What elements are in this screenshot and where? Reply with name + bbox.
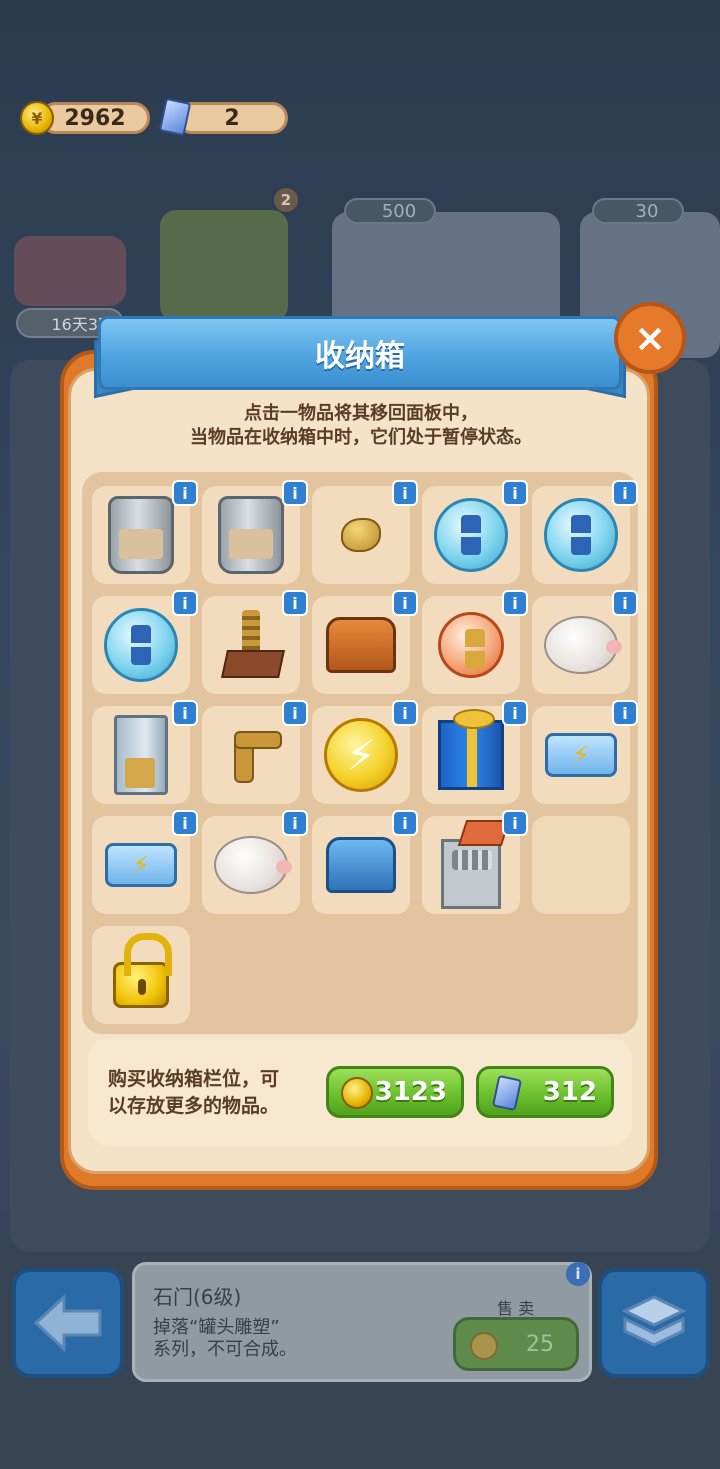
coin-count: 2962: [64, 105, 126, 131]
gift-box-icon: [438, 709, 504, 790]
sell-price: 25: [526, 1331, 554, 1357]
info-icon[interactable]: i: [282, 590, 308, 616]
red-hourglass-icon: [438, 612, 504, 678]
storage-slot-locked[interactable]: [92, 926, 190, 1024]
drill-press-icon: [220, 610, 282, 680]
storage-slot-screw-box[interactable]: i: [422, 810, 528, 914]
coin-price: 3123: [374, 1077, 447, 1107]
close-button[interactable]: ×: [614, 302, 686, 374]
back-button[interactable]: [12, 1268, 124, 1378]
gem-price: 312: [542, 1077, 597, 1107]
storage-slot-energy[interactable]: ⚡ i: [312, 700, 418, 804]
storage-slot-red-hourglass[interactable]: i: [422, 590, 528, 694]
arrow-left-icon: [33, 1293, 102, 1353]
item-description: 掉落“罐头雕塑” 系列，不可合成。: [153, 1317, 297, 1360]
blue-card-icon: [491, 1074, 523, 1112]
box-icon: [621, 1295, 687, 1347]
storage-box-button[interactable]: [598, 1268, 710, 1378]
storage-slot-gold-nugget[interactable]: i: [312, 480, 418, 584]
storage-slot-piggy-bank[interactable]: i: [532, 590, 638, 694]
info-icon[interactable]: i: [502, 480, 528, 506]
buy-slot-panel: 购买收纳箱栏位，可 以存放更多的物品。 3123 312: [88, 1038, 632, 1146]
background-badge: 2: [274, 188, 298, 212]
info-icon[interactable]: i: [392, 700, 418, 726]
buy-with-gems-button[interactable]: 312: [476, 1066, 614, 1118]
wooden-chest-icon: [326, 617, 396, 673]
blue-hourglass-icon: [434, 498, 508, 572]
info-icon[interactable]: i: [282, 700, 308, 726]
close-icon: ×: [634, 316, 666, 360]
item-info-card: 石门(6级) 掉落“罐头雕塑” 系列，不可合成。 售 卖 25: [132, 1262, 592, 1382]
storage-slot-hourglass[interactable]: i: [92, 590, 198, 694]
storage-slot-wooden-chest[interactable]: i: [312, 590, 418, 694]
piggy-bank-icon: [544, 616, 622, 674]
modal-instructions: 点击一物品将其移回面板中， 当物品在收纳箱中时，它们处于暂停状态。: [190, 403, 532, 448]
sell-label: 售 卖: [497, 1299, 535, 1318]
blue-hourglass-icon: [104, 608, 178, 682]
item-title: 石门(6级): [153, 1285, 242, 1309]
storage-slot-drill-press[interactable]: i: [202, 590, 308, 694]
storage-slot-paint-can[interactable]: i: [92, 480, 198, 584]
gold-nugget-icon: [341, 518, 381, 552]
blue-chest-icon: [326, 837, 396, 893]
energy-case-icon: ⚡: [545, 733, 617, 777]
coin-icon: [470, 1332, 498, 1360]
gem-count: 2: [224, 105, 240, 131]
storage-slot-blue-chest[interactable]: i: [312, 810, 418, 914]
storage-slot-hourglass[interactable]: i: [532, 480, 638, 584]
info-icon[interactable]: i: [502, 590, 528, 616]
background-item-card: [160, 210, 288, 322]
info-icon[interactable]: i: [172, 480, 198, 506]
buy-slot-text: 购买收纳箱栏位，可 以存放更多的物品。: [108, 1068, 280, 1117]
storage-slot-gift-box[interactable]: i: [422, 700, 528, 804]
metal-locker-icon: [114, 715, 168, 795]
energy-case-icon: ⚡: [105, 843, 177, 887]
background-flower-basket: [14, 236, 126, 306]
item-info-icon[interactable]: i: [566, 1262, 590, 1286]
storage-slot-energy-case[interactable]: ⚡ i: [532, 700, 638, 804]
paint-can-icon: [218, 496, 284, 574]
blue-hourglass-icon: [544, 498, 618, 572]
info-icon[interactable]: i: [502, 810, 528, 836]
screw-box-icon: [441, 839, 501, 909]
info-icon[interactable]: i: [392, 810, 418, 836]
info-icon[interactable]: i: [612, 700, 638, 726]
pipe-bolts-icon: [216, 723, 286, 787]
buy-with-coins-button[interactable]: 3123: [326, 1066, 464, 1118]
storage-slot-empty[interactable]: [532, 816, 630, 914]
lightning-icon: ⚡: [324, 718, 398, 792]
storage-slot-piggy-bank[interactable]: i: [202, 810, 308, 914]
background-price-right: 30: [592, 198, 684, 224]
piggy-bank-icon: [214, 836, 292, 894]
gem-counter: 2: [176, 102, 288, 134]
storage-slot-energy-case[interactable]: ⚡ i: [92, 810, 198, 914]
info-icon[interactable]: i: [392, 480, 418, 506]
coin-icon: [341, 1077, 373, 1109]
background-price-left: 500: [344, 198, 436, 224]
storage-slot-locker[interactable]: i: [92, 700, 198, 804]
coin-counter: 2962: [40, 102, 150, 134]
info-icon[interactable]: i: [282, 480, 308, 506]
info-icon[interactable]: i: [392, 590, 418, 616]
storage-slot-pipe[interactable]: i: [202, 700, 308, 804]
modal-title: 收纳箱: [98, 316, 622, 390]
storage-slot-hourglass[interactable]: i: [422, 480, 528, 584]
info-icon[interactable]: i: [172, 590, 198, 616]
coin-icon: ¥: [20, 101, 54, 135]
info-icon[interactable]: i: [502, 700, 528, 726]
storage-slot-paint-can[interactable]: i: [202, 480, 308, 584]
padlock-icon: [113, 933, 172, 1008]
info-icon[interactable]: i: [612, 480, 638, 506]
info-icon[interactable]: i: [172, 700, 198, 726]
info-icon[interactable]: i: [172, 810, 198, 836]
info-icon[interactable]: i: [282, 810, 308, 836]
info-icon[interactable]: i: [612, 590, 638, 616]
paint-can-icon: [108, 496, 174, 574]
sell-button[interactable]: 25: [453, 1317, 579, 1371]
